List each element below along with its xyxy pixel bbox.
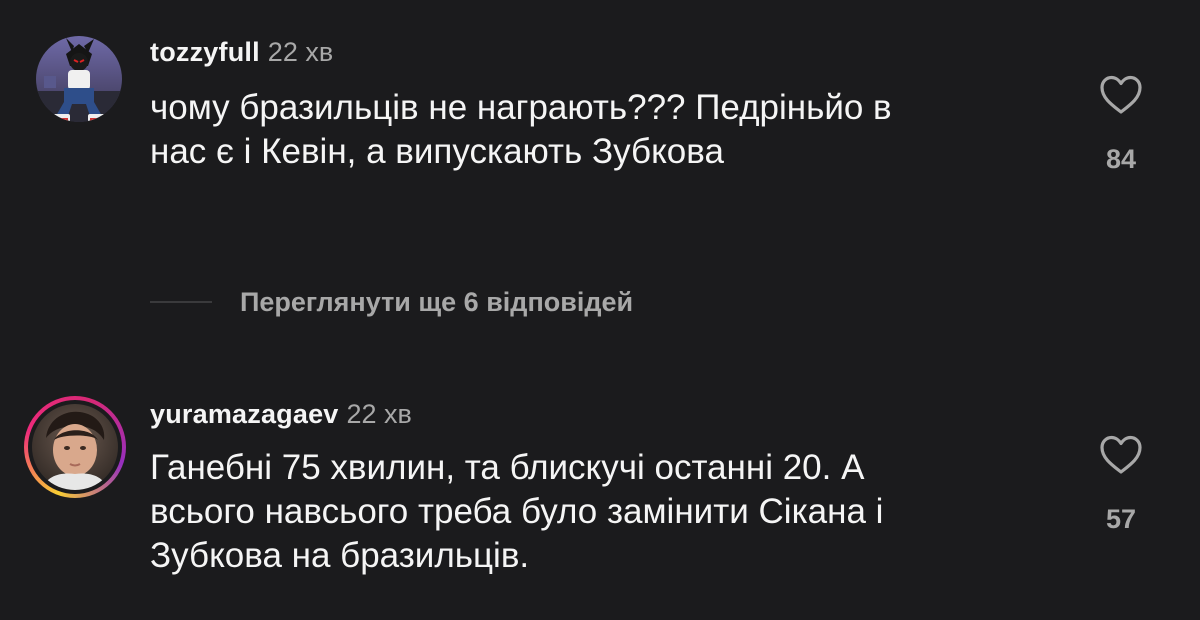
view-replies-button[interactable]: Переглянути ще 6 відповідей xyxy=(150,282,633,322)
username[interactable]: yuramazagaev xyxy=(150,399,339,429)
comment-text-line: нас є і Кевін, а випускають Зубкова xyxy=(150,132,724,171)
comment-text: Ганебні 75 хвилин, та блискучі останні 2… xyxy=(150,446,1050,578)
avatar[interactable] xyxy=(36,36,122,122)
username[interactable]: tozzyfull xyxy=(150,37,260,67)
comment-text-line: всього навсього треба було замінити Сіка… xyxy=(150,492,884,531)
heart-outline-icon xyxy=(1100,435,1142,474)
comment-text-line: Зубкова на бразильців. xyxy=(150,536,530,575)
like-count: 84 xyxy=(1105,144,1137,174)
comment-text-line: Ганебні 75 хвилин, та блискучі останні 2… xyxy=(150,448,865,487)
comment-text-line: чому бразильців не награють??? Педріньйо… xyxy=(150,88,892,127)
like-count: 57 xyxy=(1105,504,1137,534)
replies-divider xyxy=(150,301,212,303)
avatar-story-ring[interactable] xyxy=(24,396,126,498)
like-button[interactable]: 57 xyxy=(1091,434,1151,535)
avatar xyxy=(32,404,118,490)
comment-meta: tozzyfull 22 хв xyxy=(150,36,333,68)
comment-meta: yuramazagaev 22 хв xyxy=(150,398,412,430)
view-replies-label: Переглянути ще 6 відповідей xyxy=(240,286,634,317)
comment-text: чому бразильців не награють??? Педріньйо… xyxy=(150,86,1050,174)
comment-item: yuramazagaev 22 хв Ганебні 75 хвилин, та … xyxy=(0,380,1200,620)
comment-item: tozzyfull 22 хв чому бразильців не награю… xyxy=(0,0,1200,260)
heart-outline-icon xyxy=(1100,75,1142,114)
timestamp: 22 хв xyxy=(267,37,334,67)
like-button[interactable]: 84 xyxy=(1091,74,1151,175)
timestamp: 22 хв xyxy=(346,399,412,429)
